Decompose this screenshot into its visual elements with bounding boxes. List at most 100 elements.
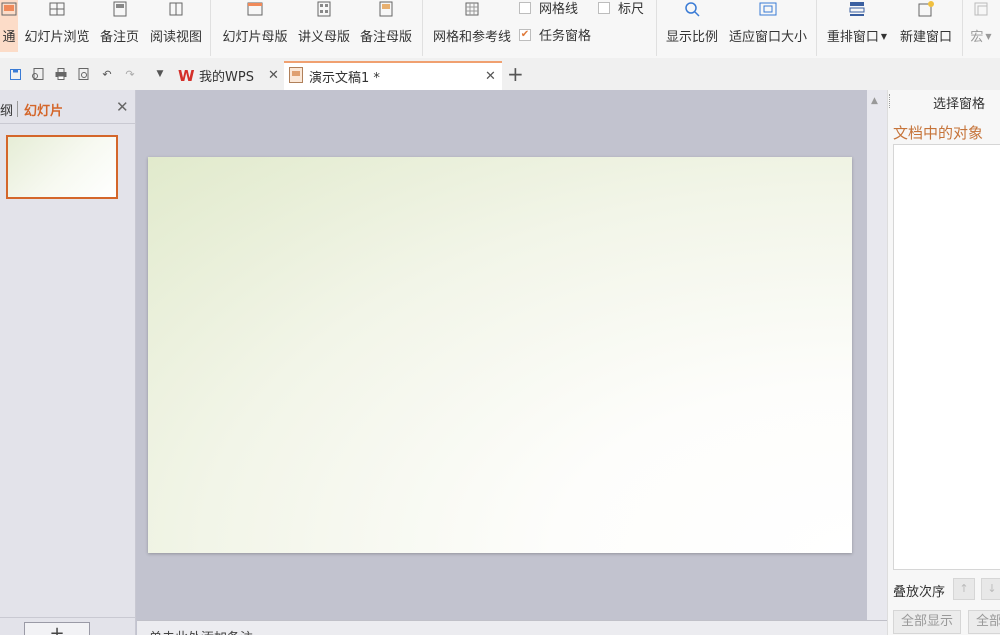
arrange-window-text: 重排窗口 xyxy=(826,30,879,45)
macro-button[interactable]: 宏 ▼ xyxy=(968,0,994,52)
move-down-button[interactable]: ↓ xyxy=(981,578,1000,600)
ruler-check-box[interactable] xyxy=(598,1,610,14)
scroll-up-icon[interactable]: ▲ xyxy=(871,96,878,106)
magnifier-icon xyxy=(683,0,701,18)
objects-list[interactable] xyxy=(893,144,1000,570)
stacking-order-label: 叠放次序 xyxy=(893,585,946,600)
arrow-up-icon: ↑ xyxy=(959,582,969,595)
slide-thumbnail-1[interactable] xyxy=(6,135,118,199)
new-tab-plus-icon[interactable]: + xyxy=(507,62,524,86)
redo-icon[interactable]: ↷ xyxy=(123,67,137,81)
handout-master-label: 讲义母版 xyxy=(297,30,350,45)
hide-all-button[interactable]: 全部 xyxy=(968,610,1000,634)
gridlines-label: 网格线 xyxy=(539,2,579,17)
zoom-button[interactable]: 显示比例 xyxy=(664,0,720,52)
task-pane-check-box[interactable]: ✔ xyxy=(519,28,531,41)
caret-down-icon: ▼ xyxy=(880,32,888,41)
panel-header: 纲 幻灯片 ✕ xyxy=(0,90,136,124)
handout-master-button[interactable]: 讲义母版 xyxy=(296,0,352,52)
notes-master-icon xyxy=(377,0,395,18)
grid-guides-label: 网格和参考线 xyxy=(432,30,511,45)
reading-view-icon xyxy=(167,0,185,18)
ribbon-separator xyxy=(816,0,817,56)
current-slide[interactable] xyxy=(148,157,852,553)
notes-master-button[interactable]: 备注母版 xyxy=(358,0,414,52)
selection-pane: 选择窗格 文档中的对象 叠放次序 ↑ ↓ 全部显示 全部 xyxy=(887,90,1000,635)
task-pane-checkbox[interactable]: ✔ 任务窗格 xyxy=(519,25,591,44)
reading-view-label: 阅读视图 xyxy=(149,30,202,45)
show-all-button[interactable]: 全部显示 xyxy=(893,610,962,634)
pane-grip[interactable] xyxy=(889,94,891,108)
tab-label: 演示文稿1 * xyxy=(309,71,380,86)
close-icon[interactable]: ✕ xyxy=(116,98,129,116)
arrange-window-label: 重排窗口 ▼ xyxy=(827,26,887,45)
tab-presentation1[interactable]: 演示文稿1 * ✕ xyxy=(284,61,502,90)
task-pane-label: 任务窗格 xyxy=(539,29,592,44)
normal-view-icon xyxy=(0,0,18,18)
move-up-button[interactable]: ↑ xyxy=(953,578,975,600)
notes-page-icon xyxy=(111,0,129,18)
tab-my-wps[interactable]: W 我的WPS ✕ xyxy=(172,61,284,90)
ribbon-separator xyxy=(210,0,211,56)
print-icon[interactable] xyxy=(54,67,68,81)
handout-master-icon xyxy=(315,0,333,18)
tab-outline[interactable]: 纲 xyxy=(0,100,13,119)
objects-heading: 文档中的对象 xyxy=(893,124,984,142)
output-pdf-icon[interactable] xyxy=(31,67,45,81)
macro-text: 宏 xyxy=(970,30,984,45)
notes-page-label: 备注页 xyxy=(99,30,139,45)
macro-label: 宏 ▼ xyxy=(970,26,991,45)
tab-bar: ↶ ↷ ▼ W 我的WPS ✕ 演示文稿1 * ✕ xyxy=(0,58,1000,90)
close-icon[interactable]: ✕ xyxy=(485,69,496,84)
arrange-window-icon xyxy=(848,0,866,18)
slide-sorter-label: 幻灯片浏览 xyxy=(24,30,90,45)
arrow-down-icon: ↓ xyxy=(987,582,997,595)
notes-pane[interactable]: 单击此处添加备注 xyxy=(137,620,887,635)
gridlines-check-box[interactable] xyxy=(519,1,531,14)
undo-icon[interactable]: ↶ xyxy=(100,67,114,81)
pane-title: 选择窗格 xyxy=(933,97,986,112)
notes-master-label: 备注母版 xyxy=(359,30,412,45)
save-icon[interactable] xyxy=(8,67,22,81)
customize-dropdown-icon[interactable]: ▼ xyxy=(153,67,167,81)
close-icon[interactable]: ✕ xyxy=(268,68,279,83)
zoom-label: 显示比例 xyxy=(665,30,718,45)
reading-view-button[interactable]: 阅读视图 xyxy=(148,0,204,52)
ruler-label: 标尺 xyxy=(618,2,645,17)
slide-thumbnail-panel: 纲 幻灯片 ✕ + xyxy=(0,90,136,635)
slide-master-button[interactable]: 幻灯片母版 xyxy=(220,0,290,52)
macro-icon xyxy=(972,0,990,18)
slide-sorter-icon xyxy=(48,0,66,18)
fit-window-icon xyxy=(759,0,777,18)
normal-view-button[interactable]: 通 xyxy=(0,0,18,52)
tab-divider xyxy=(17,101,18,117)
slide-master-icon xyxy=(246,0,264,18)
new-window-icon xyxy=(917,0,935,18)
ribbon-toolbar: 通 幻灯片浏览 备注页 阅读视图 幻灯片母版 讲义母版 备注母版 网格和参考线 … xyxy=(0,0,1000,58)
ribbon-separator xyxy=(422,0,423,56)
notes-placeholder: 单击此处添加备注 xyxy=(149,627,253,635)
arrange-window-button[interactable]: 重排窗口 ▼ xyxy=(824,0,890,52)
vertical-scrollbar[interactable]: ▲ xyxy=(867,90,887,620)
add-slide-button[interactable]: + xyxy=(24,622,90,635)
grid-guides-button[interactable]: 网格和参考线 xyxy=(430,0,514,52)
tab-label: 我的WPS xyxy=(199,70,254,85)
fit-window-label: 适应窗口大小 xyxy=(728,30,807,45)
wps-logo-icon: W xyxy=(178,66,195,85)
slide-sorter-button[interactable]: 幻灯片浏览 xyxy=(22,0,92,52)
panel-divider xyxy=(0,617,136,618)
tab-slides[interactable]: 幻灯片 xyxy=(24,100,63,119)
new-window-label: 新建窗口 xyxy=(899,30,952,45)
new-window-button[interactable]: 新建窗口 xyxy=(896,0,956,52)
slide-editing-area xyxy=(137,90,867,620)
grid-icon xyxy=(463,0,481,18)
notes-page-button[interactable]: 备注页 xyxy=(97,0,142,52)
gridlines-checkbox[interactable]: 网格线 xyxy=(519,0,578,17)
fit-window-button[interactable]: 适应窗口大小 xyxy=(726,0,810,52)
ruler-checkbox[interactable]: 标尺 xyxy=(598,0,644,17)
print-preview-icon[interactable] xyxy=(77,67,91,81)
caret-down-icon: ▼ xyxy=(985,32,992,41)
checkmark-icon: ✔ xyxy=(520,29,530,40)
slide-master-label: 幻灯片母版 xyxy=(222,30,288,45)
presentation-doc-icon xyxy=(289,66,303,87)
